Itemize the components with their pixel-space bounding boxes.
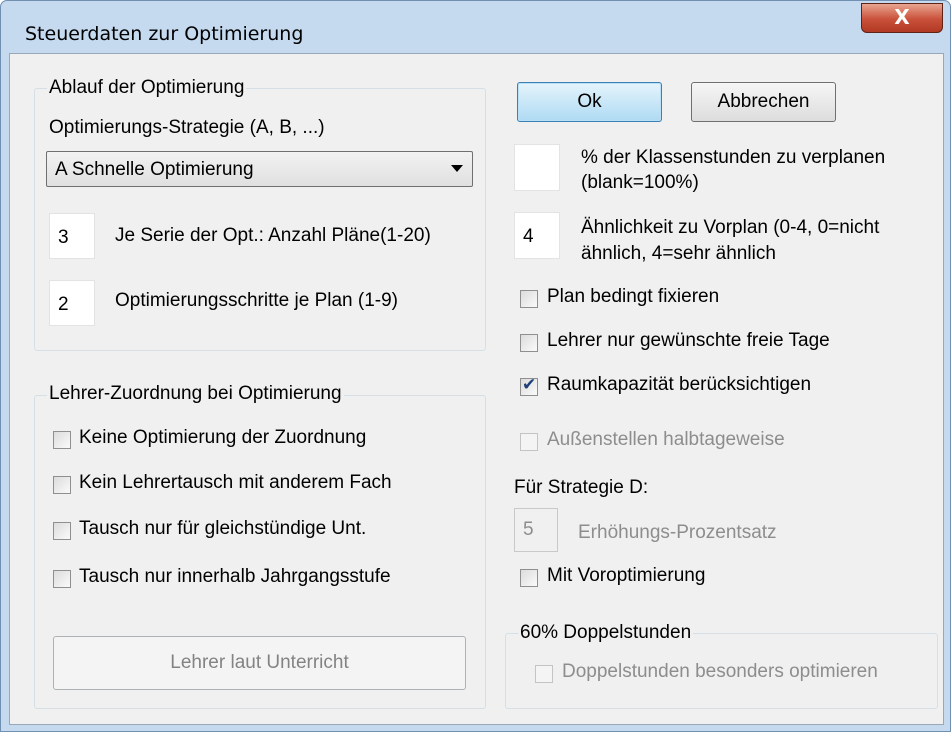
- anzahl-plaene-label: Je Serie der Opt.: Anzahl Pläne(1-20): [115, 225, 431, 246]
- kein-lehrertausch-checkbox[interactable]: [53, 476, 71, 494]
- cancel-button[interactable]: Abbrechen: [691, 82, 836, 122]
- aussenstellen-checkbox[interactable]: [520, 433, 538, 451]
- klassenstunden-label-line1: % der Klassenstunden zu verplanen: [581, 147, 886, 168]
- title-bar[interactable]: Steuerdaten zur Optimierung X: [1, 1, 950, 45]
- strategie-label: Optimierungs-Strategie (A, B, ...): [49, 117, 325, 138]
- anzahl-plaene-input[interactable]: 3: [49, 213, 95, 259]
- aehnlichkeit-value: 4: [523, 226, 534, 247]
- ok-button[interactable]: Ok: [517, 82, 662, 122]
- erhoehung-value: 5: [523, 519, 534, 540]
- doppelstunden-label: Doppelstunden besonders optimieren: [562, 661, 878, 682]
- keine-optimierung-label[interactable]: Keine Optimierung der Zuordnung: [79, 427, 366, 449]
- strategie-select[interactable]: A Schnelle Optimierung: [46, 151, 473, 187]
- doppelstunden-checkbox[interactable]: [535, 665, 553, 683]
- keine-optimierung-checkbox[interactable]: [53, 431, 71, 449]
- lehrer-laut-unterricht-button[interactable]: Lehrer laut Unterricht: [53, 636, 466, 690]
- dropdown-arrow-icon[interactable]: [451, 165, 463, 172]
- strategie-d-label: Für Strategie D:: [514, 477, 649, 498]
- anzahl-plaene-value: 3: [58, 227, 69, 248]
- voroptimierung-checkbox[interactable]: [520, 569, 538, 587]
- lehrer-freie-tage-label[interactable]: Lehrer nur gewünschte freie Tage: [547, 330, 830, 352]
- lehrer-laut-unterricht-label: Lehrer laut Unterricht: [170, 652, 349, 673]
- aehnlichkeit-label-line2: ähnlich, 4=sehr ähnlich: [581, 243, 776, 264]
- aehnlichkeit-input[interactable]: 4: [514, 212, 560, 259]
- tausch-jahrgangsstufe-label[interactable]: Tausch nur innerhalb Jahrgangsstufe: [79, 566, 391, 588]
- erhoehung-label: Erhöhungs-Prozentsatz: [578, 522, 777, 543]
- optimierungsschritte-value: 2: [58, 294, 69, 315]
- close-button[interactable]: X: [861, 3, 943, 33]
- kein-lehrertausch-label[interactable]: Kein Lehrertausch mit anderem Fach: [79, 472, 392, 494]
- optimierungsschritte-input[interactable]: 2: [49, 280, 95, 326]
- tausch-gleichstuendig-checkbox[interactable]: [53, 522, 71, 540]
- erhoehung-input[interactable]: 5: [514, 508, 558, 552]
- plan-fixieren-label[interactable]: Plan bedingt fixieren: [547, 286, 719, 308]
- tausch-jahrgangsstufe-checkbox[interactable]: [53, 570, 71, 588]
- aehnlichkeit-label-line1: Ähnlichkeit zu Vorplan (0-4, 0=nicht: [581, 217, 880, 238]
- close-icon: X: [894, 5, 910, 29]
- tausch-gleichstuendig-label[interactable]: Tausch nur für gleichstündige Unt.: [79, 518, 366, 540]
- cancel-label: Abbrechen: [717, 91, 810, 112]
- klassenstunden-label-line2: (blank=100%): [581, 172, 699, 193]
- aussenstellen-label: Außenstellen halbtageweise: [547, 429, 785, 450]
- dialog-window: Steuerdaten zur Optimierung X Ablauf der…: [0, 0, 951, 732]
- lehrer-zuordnung-legend: Lehrer-Zuordnung bei Optimierung: [47, 383, 344, 405]
- klassenstunden-input[interactable]: [514, 144, 560, 191]
- window-title: Steuerdaten zur Optimierung: [25, 23, 304, 45]
- ablauf-legend: Ablauf der Optimierung: [47, 77, 247, 99]
- ok-label: Ok: [577, 91, 602, 112]
- voroptimierung-label[interactable]: Mit Voroptimierung: [547, 565, 705, 587]
- lehrer-freie-tage-checkbox[interactable]: [520, 334, 538, 352]
- strategie-selected-value: A Schnelle Optimierung: [55, 159, 254, 180]
- doppelstunden-legend: 60% Doppelstunden: [518, 622, 694, 644]
- raumkapazitaet-label[interactable]: Raumkapazität berücksichtigen: [547, 374, 811, 396]
- raumkapazitaet-checkbox[interactable]: [520, 375, 538, 396]
- plan-fixieren-checkbox[interactable]: [520, 290, 538, 308]
- optimierungsschritte-label: Optimierungsschritte je Plan (1-9): [115, 290, 398, 311]
